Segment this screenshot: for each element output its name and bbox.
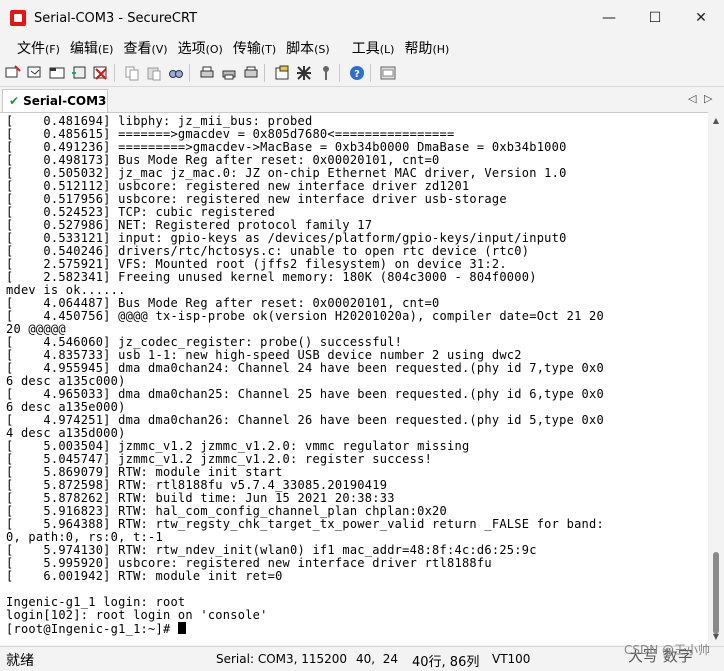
menu-view[interactable]: 查看(V) — [118, 38, 172, 58]
terminal-line: login[102]: root login on 'console' — [6, 608, 268, 622]
print-setup-icon[interactable] — [198, 64, 216, 82]
menu-transfer[interactable]: 传输(T) — [228, 38, 281, 58]
minimize-button[interactable]: — — [586, 0, 632, 36]
print-icon[interactable] — [220, 64, 238, 82]
scroll-up-icon[interactable]: ▲ — [708, 112, 724, 128]
terminal-line: [ 4.450756] @@@@ tx-isp-probe ok(version… — [6, 309, 604, 323]
close-button[interactable]: ✕ — [678, 0, 724, 36]
maximize-button[interactable]: ☐ — [632, 0, 678, 36]
terminal-output: [ 0.481694] libphy: jz_mii_bus: probed[ … — [6, 115, 604, 636]
menu-file[interactable]: 文件(F) — [12, 38, 65, 58]
menu-bar: 文件(F) 编辑(E) 查看(V) 选项(O) 传输(T) 脚本(S) 工具(L… — [0, 36, 724, 60]
help-icon[interactable]: ? — [348, 64, 366, 82]
status-cursor-position: 40, 24 — [356, 652, 398, 666]
status-connection: Serial: COM3, 115200 — [216, 652, 348, 666]
status-size: 40行, 86列 — [412, 655, 480, 670]
vertical-scrollbar[interactable]: ▲ ▼ — [708, 112, 724, 644]
toolbar: ? — [0, 60, 724, 87]
tab-next-icon[interactable]: ▷ — [704, 92, 712, 105]
tab-prev-icon[interactable]: ◁ — [688, 92, 696, 105]
connected-check-icon: ✔ — [9, 94, 20, 108]
securecrt-app-icon — [10, 10, 26, 26]
scroll-down-icon[interactable]: ▼ — [708, 628, 724, 644]
menu-options[interactable]: 选项(O) — [173, 38, 228, 58]
terminal-area[interactable]: [ 0.481694] libphy: jz_mii_bus: probed[ … — [0, 112, 708, 645]
scrollbar-thumb[interactable] — [713, 552, 719, 634]
sftp-icon[interactable] — [379, 64, 397, 82]
disconnect-icon[interactable] — [92, 64, 110, 82]
status-ready: 就绪 — [6, 653, 34, 669]
global-options-icon[interactable] — [295, 64, 313, 82]
terminal-line: [root@Ingenic-g1_1:~]# — [6, 622, 604, 636]
window-controls: — ☐ ✕ — [586, 0, 724, 36]
terminal-line: [ 6.001942] RTW: module init ret=0 — [6, 569, 283, 583]
csdn-watermark: CSDN @王小帅 — [623, 643, 710, 657]
connect-icon[interactable] — [4, 64, 22, 82]
tab-serial-com3[interactable]: ✔ Serial-COM3 — [2, 89, 108, 112]
status-bar: 就绪 Serial: COM3, 115200 40, 24 40行, 86列 … — [0, 643, 724, 671]
window-title: Serial-COM3 - SecureCRT — [34, 10, 198, 26]
quick-connect-icon[interactable] — [26, 64, 44, 82]
terminal-cursor — [177, 622, 186, 634]
svg-text:?: ? — [354, 69, 360, 80]
menu-edit[interactable]: 编辑(E) — [65, 38, 119, 58]
title-bar: Serial-COM3 - SecureCRT — ☐ ✕ — [0, 0, 724, 36]
connect-tab-icon[interactable] — [48, 64, 66, 82]
menu-script[interactable]: 脚本(S) — [281, 38, 335, 58]
copy-icon[interactable] — [123, 64, 141, 82]
print-screen-icon[interactable] — [242, 64, 260, 82]
paste-icon[interactable] — [145, 64, 163, 82]
keymap-icon[interactable] — [317, 64, 335, 82]
tab-bar: ✔ Serial-COM3 ◁ ▷ ✕ — [0, 88, 724, 112]
tab-label: Serial-COM3 — [23, 94, 107, 108]
session-options-icon[interactable] — [273, 64, 291, 82]
status-emulation: VT100 — [492, 652, 531, 666]
menu-help[interactable]: 帮助(H) — [399, 38, 454, 58]
menu-tools[interactable]: 工具(L) — [347, 38, 400, 58]
reconnect-icon[interactable] — [70, 64, 88, 82]
find-icon[interactable] — [167, 64, 185, 82]
